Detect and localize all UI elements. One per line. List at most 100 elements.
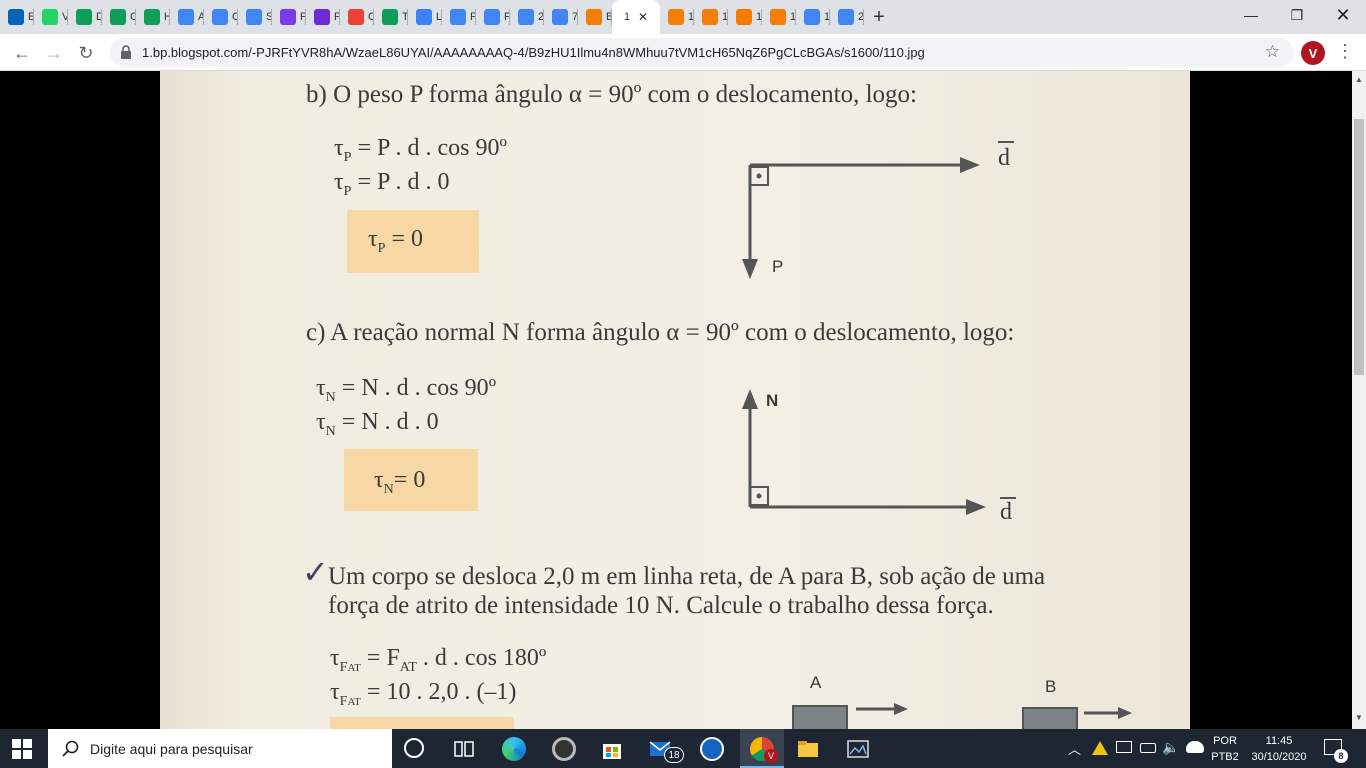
browser-tab[interactable]: 1 bbox=[762, 0, 796, 34]
block-b bbox=[1022, 707, 1078, 729]
close-window-icon[interactable]: ✕ bbox=[1320, 0, 1366, 30]
browser-tab[interactable]: H bbox=[136, 0, 170, 34]
section-c-result: τN= 0 bbox=[374, 467, 426, 497]
browser-tab[interactable]: C bbox=[204, 0, 238, 34]
browser-tab[interactable]: P bbox=[442, 0, 476, 34]
language-indicator[interactable]: POR PTB2 bbox=[1208, 729, 1242, 768]
obs-icon[interactable] bbox=[552, 737, 576, 761]
address-bar[interactable]: 1.bp.blogspot.com/-PJRFtYVR8hA/WzaeL86UY… bbox=[110, 38, 1294, 67]
purple-circle-icon bbox=[280, 9, 296, 25]
reload-icon[interactable]: ↻ bbox=[74, 41, 98, 65]
section-c-line2: τN = N . d . 0 bbox=[316, 409, 439, 439]
section-b-result: τP = 0 bbox=[368, 226, 423, 256]
tab-close-icon[interactable]: ✕ bbox=[638, 10, 648, 24]
onedrive-icon[interactable] bbox=[1186, 741, 1204, 753]
scroll-up-icon: ▲ bbox=[1355, 75, 1363, 84]
battery-icon[interactable] bbox=[1140, 743, 1156, 753]
photos-icon[interactable] bbox=[846, 737, 870, 761]
label-b: B bbox=[1045, 677, 1057, 696]
network-icon[interactable] bbox=[1116, 741, 1132, 753]
browser-tab[interactable]: 7 bbox=[544, 0, 578, 34]
browser-tab[interactable]: 1 bbox=[728, 0, 762, 34]
cortana-icon[interactable] bbox=[404, 738, 424, 758]
browser-tab[interactable]: 2 bbox=[510, 0, 544, 34]
tab-label: 2 bbox=[858, 11, 864, 23]
back-icon[interactable]: ← bbox=[10, 41, 34, 65]
browser-tab[interactable]: A bbox=[170, 0, 204, 34]
blogger-icon bbox=[702, 9, 718, 25]
section-c-heading: c) A reação normal N forma ângulo α = 90… bbox=[306, 319, 1015, 346]
label-p-vector: P bbox=[772, 257, 784, 276]
windows-taskbar: Digite aqui para pesquisar 18 V ︿ 🔈 POR P… bbox=[0, 729, 1366, 768]
new-tab-button[interactable]: + bbox=[864, 0, 894, 34]
browser-tab[interactable]: P bbox=[272, 0, 306, 34]
outlook-icon bbox=[8, 9, 24, 25]
file-explorer-icon[interactable] bbox=[796, 737, 820, 761]
volume-icon[interactable]: 🔈 bbox=[1162, 739, 1179, 756]
minimize-icon[interactable]: — bbox=[1228, 0, 1274, 30]
restore-icon[interactable]: ❐ bbox=[1274, 0, 1320, 30]
browser-tab[interactable]: C bbox=[340, 0, 374, 34]
browser-tab[interactable]: 1 bbox=[660, 0, 694, 34]
taskbar-search[interactable]: Digite aqui para pesquisar bbox=[48, 729, 392, 768]
profile-badge: V bbox=[764, 749, 778, 763]
warning-icon[interactable] bbox=[1092, 741, 1108, 755]
browser-tab[interactable]: L bbox=[408, 0, 442, 34]
vector-bar bbox=[1000, 497, 1016, 499]
chrome-taskbar-button[interactable]: V bbox=[740, 729, 784, 768]
search-placeholder: Digite aqui para pesquisar bbox=[90, 740, 253, 757]
forward-icon[interactable]: → bbox=[42, 41, 66, 65]
browser-tab[interactable]: T bbox=[374, 0, 408, 34]
arrowhead bbox=[960, 157, 980, 173]
browser-tab[interactable]: P bbox=[306, 0, 340, 34]
exercise-line1: τFAT = FAT . d . cos 180º bbox=[330, 645, 547, 675]
label-d-vector-c: d bbox=[1000, 499, 1012, 525]
purple-square-icon bbox=[314, 9, 330, 25]
vector-bar bbox=[998, 141, 1014, 143]
windows-start-icon[interactable] bbox=[12, 739, 32, 759]
drop-icon bbox=[416, 9, 432, 25]
block-a bbox=[792, 705, 848, 729]
browser-tab[interactable]: V bbox=[34, 0, 68, 34]
browser-tab[interactable]: B bbox=[578, 0, 612, 34]
sheets-plus-icon bbox=[144, 9, 160, 25]
bookmark-star-icon[interactable]: ☆ bbox=[1265, 42, 1280, 62]
browser-tab[interactable]: 1 bbox=[796, 0, 830, 34]
tab-strip: E V D C H A C S P P C T L P P 2 7 B 1 ✕ 1 1 1 1 1 2 + bbox=[0, 0, 1366, 34]
docs-icon bbox=[246, 9, 262, 25]
browser-tab[interactable]: C bbox=[102, 0, 136, 34]
browser-tab[interactable]: 2 bbox=[830, 0, 864, 34]
sheets-plus-icon bbox=[382, 9, 398, 25]
profile-avatar[interactable]: V bbox=[1301, 41, 1325, 65]
browser-tab[interactable]: P bbox=[476, 0, 510, 34]
blogger-icon bbox=[668, 9, 684, 25]
store-icon[interactable] bbox=[600, 737, 624, 761]
tray-chevron-icon[interactable]: ︿ bbox=[1068, 739, 1081, 758]
browser-tab[interactable]: 1 bbox=[694, 0, 728, 34]
browser-tab[interactable]: E bbox=[0, 0, 34, 34]
exercise-result-box bbox=[330, 717, 514, 729]
browser-tab[interactable]: S bbox=[238, 0, 272, 34]
clock[interactable]: 11:45 30/10/2020 bbox=[1246, 729, 1312, 768]
assist-icon[interactable] bbox=[700, 737, 724, 761]
task-view-icon[interactable] bbox=[452, 737, 476, 761]
docs-icon bbox=[518, 9, 534, 25]
browser-tab[interactable]: D bbox=[68, 0, 102, 34]
url-text: 1.bp.blogspot.com/-PJRFtYVR8hA/WzaeL86UY… bbox=[142, 45, 925, 60]
exercise-text-2: força de atrito de intensidade 10 N. Cal… bbox=[328, 592, 994, 619]
docs-icon bbox=[212, 9, 228, 25]
vertical-scrollbar[interactable]: ▲ ▼ bbox=[1352, 71, 1366, 729]
tab-label: 1 bbox=[624, 11, 631, 23]
scrollbar-thumb[interactable] bbox=[1354, 119, 1364, 375]
menu-dots-icon[interactable]: ⋮ bbox=[1336, 42, 1354, 60]
browser-tab[interactable]: 1 ✕ bbox=[612, 0, 660, 34]
arrow-a bbox=[856, 703, 908, 715]
section-b-heading: b) O peso P forma ângulo α = 90º com o d… bbox=[306, 81, 917, 108]
scroll-down-icon: ▼ bbox=[1355, 713, 1363, 722]
edge-icon[interactable] bbox=[502, 737, 526, 761]
image-viewer: b) O peso P forma ângulo α = 90º com o d… bbox=[0, 71, 1366, 729]
sheets-plus-icon bbox=[76, 9, 92, 25]
arrow-b bbox=[1084, 707, 1132, 719]
browser-toolbar: ← → ↻ 1.bp.blogspot.com/-PJRFtYVR8hA/Wza… bbox=[0, 34, 1366, 71]
docs-icon bbox=[804, 9, 820, 25]
